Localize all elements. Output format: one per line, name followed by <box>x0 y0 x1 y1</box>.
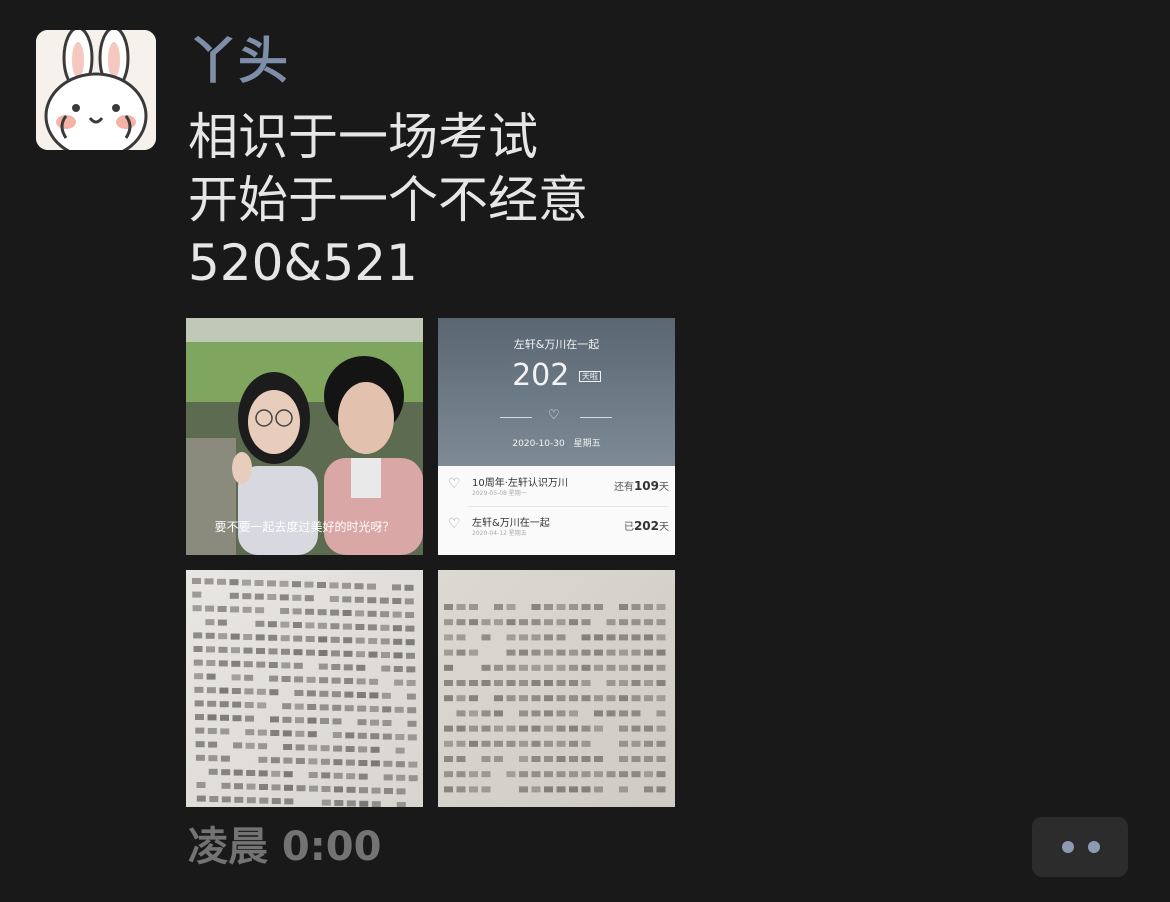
row-subtitle: 2029-05-08 星期一 <box>472 488 527 497</box>
photo-caption: 要不要一起去度过美好的时光呀？ <box>186 518 423 535</box>
anniversary-date: 2020-10-30 <box>512 439 564 449</box>
row-countdown-suffix: 天 <box>659 522 669 533</box>
anniversary-row[interactable]: ♡ 左轩&万川在一起 2020-04-12 星期五 已202天 <box>438 508 675 548</box>
post-text: 相识于一场考试 开始于一个不经意 520&521 <box>188 106 588 295</box>
anniversary-header: 左轩&万川在一起 202 天啦 ♡ 2020-10-30 星期五 <box>438 318 675 466</box>
row-divider <box>468 506 668 507</box>
anniversary-weekday: 星期五 <box>574 439 601 449</box>
timestamp: 凌晨 0:00 <box>188 820 381 874</box>
book-text-image <box>186 570 423 807</box>
book-text-image <box>438 570 675 807</box>
anniversary-divider: ♡ <box>500 417 612 418</box>
photo-book-page-2[interactable] <box>438 570 675 807</box>
post-text-line-1: 相识于一场考试 <box>188 106 588 169</box>
more-button[interactable] <box>1032 817 1128 877</box>
row-countdown-prefix: 还有 <box>614 482 634 493</box>
row-subtitle: 2020-04-12 星期五 <box>472 528 527 537</box>
heart-icon: ♡ <box>448 476 461 492</box>
row-countdown-value: 202 <box>634 519 659 533</box>
post-text-line-3: 520&521 <box>188 232 588 295</box>
avatar[interactable] <box>36 30 156 150</box>
post-text-line-2: 开始于一个不经意 <box>188 169 588 232</box>
anniversary-row[interactable]: ♡ 10周年·左轩认识万川 2029-05-08 星期一 还有109天 <box>438 468 675 508</box>
row-countdown: 已202天 <box>624 518 669 533</box>
row-title: 10周年·左轩认识万川 <box>472 474 568 489</box>
heart-icon: ♡ <box>548 408 560 423</box>
row-title: 左轩&万川在一起 <box>472 514 550 529</box>
heart-icon: ♡ <box>448 516 461 532</box>
anniversary-day-unit: 天啦 <box>579 371 601 382</box>
photo-anniversary-app[interactable]: 左轩&万川在一起 202 天啦 ♡ 2020-10-30 星期五 ♡ 10周年·… <box>438 318 675 555</box>
photo-book-page-1[interactable] <box>186 570 423 807</box>
photo-couple-selfie[interactable]: 要不要一起去度过美好的时光呀？ <box>186 318 423 555</box>
row-countdown-prefix: 已 <box>624 522 634 533</box>
anniversary-header-title: 左轩&万川在一起 <box>438 336 675 352</box>
anniversary-list: ♡ 10周年·左轩认识万川 2029-05-08 星期一 还有109天 ♡ 左轩… <box>438 466 675 555</box>
row-countdown-value: 109 <box>634 479 659 493</box>
row-countdown: 还有109天 <box>614 478 669 493</box>
anniversary-day-count: 202 天啦 <box>438 358 675 393</box>
username[interactable]: 丫头 <box>188 30 288 92</box>
anniversary-day-number: 202 <box>512 358 569 393</box>
row-countdown-suffix: 天 <box>659 482 669 493</box>
bunny-avatar-icon <box>36 30 156 150</box>
anniversary-date-line: 2020-10-30 星期五 <box>438 436 675 449</box>
